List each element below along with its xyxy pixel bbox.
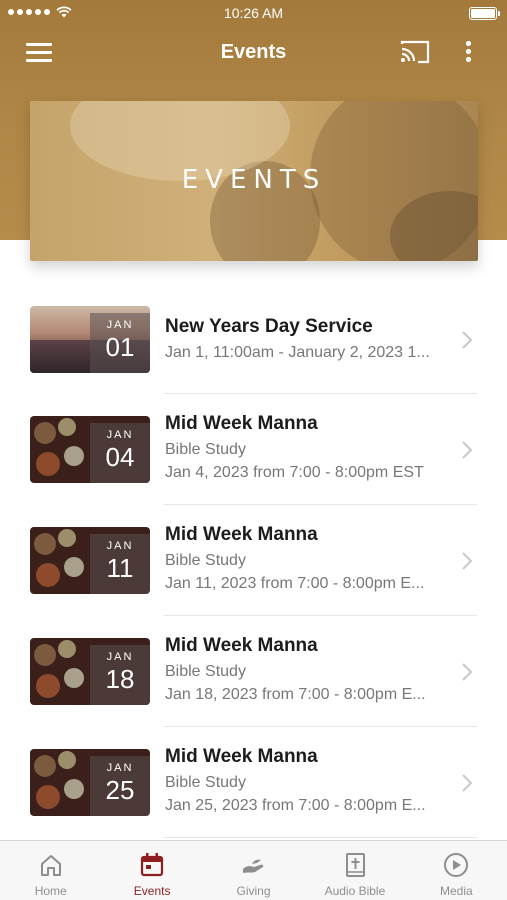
event-title: Mid Week Manna <box>165 413 318 434</box>
event-date-text: Jan 1, 11:00am - January 2, 2023 1... <box>165 344 430 361</box>
banner-title: EVENTS <box>181 165 327 195</box>
event-title: Mid Week Manna <box>165 746 318 767</box>
thumbnail-plate <box>64 668 84 688</box>
thumbnail-plate <box>58 640 76 658</box>
tab-label: Audio Bible <box>324 884 386 898</box>
date-month: JAN <box>106 319 134 331</box>
date-day: 04 <box>105 442 135 472</box>
thumbnail-plate <box>36 452 60 476</box>
event-row[interactable]: JAN 04 Mid Week Manna Bible Study Jan 4,… <box>0 394 507 505</box>
thumbnail-plate <box>34 755 56 777</box>
date-month: JAN <box>106 429 134 441</box>
event-thumbnail: JAN 04 <box>30 416 150 483</box>
event-title: New Years Day Service <box>165 316 373 337</box>
bible-icon <box>345 853 365 877</box>
chevron-right-icon <box>462 663 473 681</box>
date-day: 25 <box>105 775 135 805</box>
tab-label: Home <box>34 884 67 898</box>
event-subtitle: Bible Study <box>165 774 246 791</box>
event-subtitle: Bible Study <box>165 441 246 458</box>
event-subtitle: Bible Study <box>165 552 246 569</box>
thumbnail-plate <box>64 557 84 577</box>
thumbnail-plate <box>36 674 60 698</box>
tab-label: Giving <box>236 884 271 898</box>
calendar-icon <box>141 853 164 877</box>
date-day: 18 <box>105 664 135 694</box>
status-time: 10:26 AM <box>223 5 284 21</box>
event-text: Mid Week Manna Bible Study Jan 11, 2023 … <box>165 524 457 593</box>
thumbnail-plate <box>58 529 76 547</box>
event-subtitle: Bible Study <box>165 663 246 680</box>
date-month: JAN <box>106 762 134 774</box>
event-row[interactable]: JAN 25 Mid Week Manna Bible Study Jan 25… <box>0 727 507 838</box>
event-text: Mid Week Manna Bible Study Jan 25, 2023 … <box>165 746 457 815</box>
event-thumbnail: JAN 25 <box>30 749 150 816</box>
date-month: JAN <box>106 651 134 663</box>
event-date-text: Jan 18, 2023 from 7:00 - 8:00pm E... <box>165 686 426 703</box>
event-thumbnail: JAN 18 <box>30 638 150 705</box>
date-badge: JAN 04 <box>90 423 150 483</box>
date-day: 11 <box>106 553 134 583</box>
event-thumbnail: JAN 01 <box>30 306 150 373</box>
event-date-text: Jan 11, 2023 from 7:00 - 8:00pm E... <box>165 575 425 592</box>
thumbnail-plate <box>34 533 56 555</box>
date-badge: JAN 01 <box>90 313 150 373</box>
tab-audio-bible[interactable]: Audio Bible <box>304 841 405 900</box>
tab-giving[interactable]: Giving <box>203 841 304 900</box>
tab-label: Media <box>439 884 473 898</box>
tab-bar: Home Events Giving Audio Bible Media <box>0 840 507 900</box>
tab-label: Events <box>133 884 171 898</box>
chevron-right-icon <box>462 774 473 792</box>
thumbnail-plate <box>58 751 76 769</box>
thumbnail-plate <box>58 418 76 436</box>
giving-hand-icon <box>242 859 263 873</box>
cast-icon[interactable] <box>398 38 432 66</box>
chevron-right-icon <box>462 441 473 459</box>
battery-icon <box>469 7 500 20</box>
navigation-bar: Events <box>0 30 507 76</box>
event-date-text: Jan 25, 2023 from 7:00 - 8:00pm E... <box>165 797 426 814</box>
event-date-text: Jan 4, 2023 from 7:00 - 8:00pm EST <box>165 464 424 481</box>
event-text: Mid Week Manna Bible Study Jan 18, 2023 … <box>165 635 457 704</box>
tab-events[interactable]: Events <box>101 841 202 900</box>
thumbnail-plate <box>34 422 56 444</box>
events-banner: EVENTS <box>30 101 478 261</box>
event-list: JAN 01 New Years Day Service Jan 1, 11:0… <box>0 284 507 838</box>
date-badge: JAN 25 <box>90 756 150 816</box>
event-text: New Years Day Service Jan 1, 11:00am - J… <box>165 316 457 362</box>
date-month: JAN <box>106 540 134 552</box>
event-text: Mid Week Manna Bible Study Jan 4, 2023 f… <box>165 413 457 482</box>
event-title: Mid Week Manna <box>165 635 318 656</box>
event-row[interactable]: JAN 01 New Years Day Service Jan 1, 11:0… <box>0 284 507 394</box>
thumbnail-plate <box>64 779 84 799</box>
event-title: Mid Week Manna <box>165 524 318 545</box>
thumbnail-plate <box>36 785 60 809</box>
play-circle-icon <box>444 853 469 877</box>
date-badge: JAN 18 <box>90 645 150 705</box>
event-row[interactable]: JAN 11 Mid Week Manna Bible Study Jan 11… <box>0 505 507 616</box>
tab-home[interactable]: Home <box>0 841 101 900</box>
event-thumbnail: JAN 11 <box>30 527 150 594</box>
event-row[interactable]: JAN 18 Mid Week Manna Bible Study Jan 18… <box>0 616 507 727</box>
chevron-right-icon <box>462 552 473 570</box>
thumbnail-plate <box>36 563 60 587</box>
chevron-right-icon <box>462 331 473 349</box>
date-badge: JAN 11 <box>90 534 150 594</box>
thumbnail-plate <box>34 644 56 666</box>
more-options-icon[interactable] <box>456 38 480 66</box>
thumbnail-plate <box>64 446 84 466</box>
status-bar: 10:26 AM <box>0 0 507 28</box>
home-icon <box>40 855 61 876</box>
tab-media[interactable]: Media <box>406 841 507 900</box>
date-day: 01 <box>105 332 135 362</box>
